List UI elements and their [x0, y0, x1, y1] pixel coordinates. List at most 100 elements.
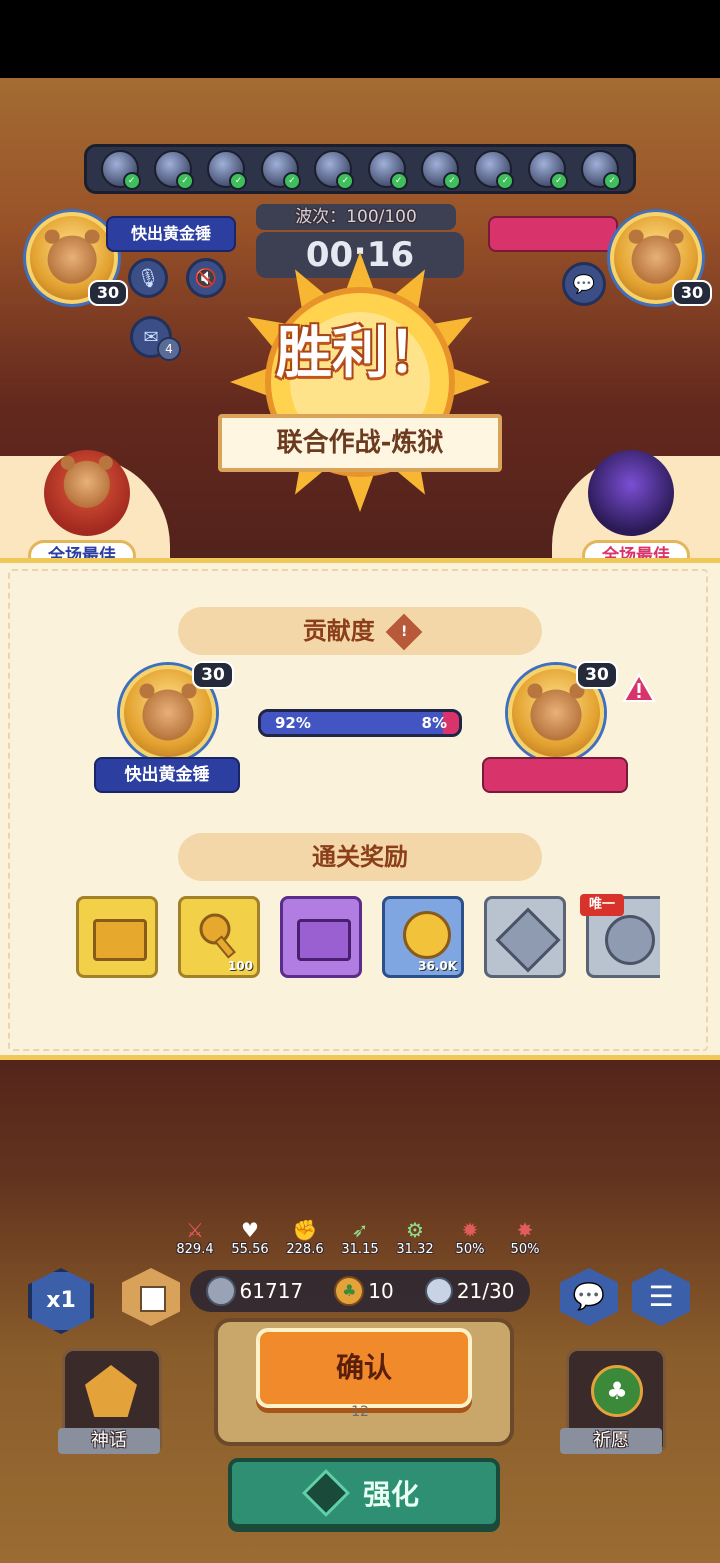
mail-count-badge: 4 [157, 337, 181, 361]
contributor-right-avatar[interactable]: 30 [508, 661, 618, 761]
check-icon: ✓ [122, 172, 141, 190]
contributor-left-avatar[interactable]: 30 [120, 661, 234, 761]
stat-crit: ✹ 50% [445, 1218, 495, 1264]
reward-gold-coin[interactable]: 36.0K [382, 896, 464, 978]
gold-key-icon [199, 913, 236, 959]
unique-tag: 唯一 [580, 894, 624, 916]
wave-counter: 波次：100/100 [256, 204, 456, 230]
stat-heal: ♥ 55.56 [225, 1218, 275, 1264]
grid-icon [140, 1286, 166, 1312]
check-icon: ✓ [496, 172, 515, 190]
chat-bubble-icon[interactable]: 💬 [562, 262, 606, 306]
upgrade-arrow-icon [301, 1468, 351, 1518]
bear-face-icon [60, 455, 114, 508]
stat-power: ✊ 228.6 [280, 1218, 330, 1264]
bear-hero-icon [44, 450, 130, 536]
silver-emblem-icon [495, 907, 561, 973]
myth-emblem-icon [85, 1365, 137, 1417]
chat-icon: 💬 [572, 1282, 606, 1312]
check-icon: ✓ [549, 172, 568, 190]
battle-stats-row: ⚔ 829.4 ♥ 55.56 ✊ 228.6 ➶ 31.15 ⚙ 31.32 ✹ 50% … [170, 1218, 550, 1264]
info-icon[interactable]: ! [385, 613, 423, 651]
player-left-avatar[interactable]: 30 [26, 212, 128, 306]
stat-speed-value: 31.15 [341, 1242, 379, 1257]
team-hero-portrait: ✓ [314, 150, 355, 190]
player-right-name [488, 216, 618, 252]
reward-gold-key[interactable]: 100 [178, 896, 260, 978]
report-warning-icon[interactable] [622, 673, 656, 703]
unit-count: 21/30 [456, 1279, 515, 1303]
stat-crit-damage-value: 50% [510, 1242, 540, 1257]
resource-bar: 61717 ♣ 10 21/30 [190, 1270, 530, 1312]
victory-title: 胜利！ [276, 321, 444, 386]
reward-gold-chest[interactable] [76, 896, 158, 978]
unit-icon [424, 1277, 453, 1305]
team-hero-portrait: ✓ [154, 150, 195, 190]
bear-avatar-icon [44, 229, 99, 285]
contributor-right-name [482, 757, 628, 793]
contribution-left-percent: 92% [275, 714, 311, 732]
contributor-left-level: 30 [192, 661, 234, 689]
team-hero-portrait: ✓ [474, 150, 515, 190]
stat-cooldown-value: 31.32 [396, 1242, 434, 1257]
purple-chest-icon [297, 919, 351, 961]
team-hero-portrait: ✓ [421, 150, 462, 190]
silver-resource: 61717 [205, 1276, 304, 1306]
gold-chest-icon [93, 919, 147, 961]
player-left-name: 快出黄金锤 [106, 216, 236, 252]
team-hero-portrait: ✓ [367, 150, 408, 190]
crit-icon: ✹ [461, 1218, 479, 1242]
team-hero-portrait: ✓ [207, 150, 248, 190]
check-icon: ✓ [282, 172, 301, 190]
silver-amount: 61717 [239, 1279, 304, 1303]
player-right-avatar[interactable]: 30 [610, 212, 712, 306]
arrow-icon: ➶ [351, 1218, 369, 1242]
reward-silver-emblem[interactable] [484, 896, 566, 978]
check-icon: ✓ [389, 172, 408, 190]
player-right-level: 30 [672, 280, 712, 306]
contribution-bar: 92% 8% [258, 709, 462, 737]
team-hero-portrait: ✓ [100, 150, 141, 190]
fist-icon: ✊ [292, 1218, 318, 1242]
game-scene: ✓ ✓ ✓ ✓ ✓ ✓ ✓ ✓ ✓ ✓ 30 快出黄金锤 🎙 🔇 ✉ 4 波次：… [0, 78, 720, 1563]
gear-icon: ⚙ [406, 1218, 424, 1242]
clover-icon: ♣ [334, 1276, 365, 1306]
check-icon: ✓ [443, 172, 462, 190]
bear-avatar-icon [527, 683, 585, 741]
stat-crit-damage: ✸ 50% [500, 1218, 550, 1264]
myth-label: 神话 [58, 1428, 160, 1454]
stat-cooldown: ⚙ 31.32 [390, 1218, 440, 1264]
check-icon: ✓ [176, 172, 195, 190]
mic-off-icon[interactable]: 🎙 [128, 258, 168, 298]
confirm-subtext: 12 [351, 1404, 369, 1420]
stat-heal-value: 55.56 [231, 1242, 269, 1257]
stat-crit-value: 50% [455, 1242, 485, 1257]
gold-coin-icon [403, 911, 451, 959]
clover-amount: 10 [368, 1279, 394, 1303]
crit-damage-icon: ✸ [516, 1218, 534, 1242]
mail-button[interactable]: ✉ 4 [130, 316, 181, 361]
mode-banner: 联合作战-炼狱 [218, 414, 502, 472]
stat-attack-value: 829.4 [176, 1242, 214, 1257]
check-icon: ✓ [603, 172, 622, 190]
heart-icon: ♥ [241, 1218, 259, 1242]
reward-coin-count: 36.0K [418, 959, 457, 973]
stat-power-value: 228.6 [286, 1242, 324, 1257]
contribution-right-percent: 8% [421, 714, 447, 732]
contributor-left-name: 快出黄金锤 [94, 757, 240, 793]
confirm-button[interactable]: 确认 [256, 1328, 472, 1408]
dark-knight-hero-icon [588, 450, 674, 536]
bear-avatar-icon [139, 683, 197, 741]
reward-key-count: 100 [227, 959, 253, 973]
stat-speed: ➶ 31.15 [335, 1218, 385, 1264]
enhance-button[interactable]: 强化 [228, 1458, 500, 1528]
bear-avatar-icon [628, 229, 683, 285]
speaker-off-icon[interactable]: 🔇 [186, 258, 226, 298]
reward-purple-chest[interactable] [280, 896, 362, 978]
rewards-title: 通关奖励 [178, 833, 542, 881]
team-hero-portrait: ✓ [260, 150, 301, 190]
menu-icon: ☰ [648, 1280, 674, 1313]
contribution-title-text: 贡献度 [302, 617, 375, 645]
player-left-level: 30 [88, 280, 128, 306]
enhance-label: 强化 [362, 1478, 419, 1511]
